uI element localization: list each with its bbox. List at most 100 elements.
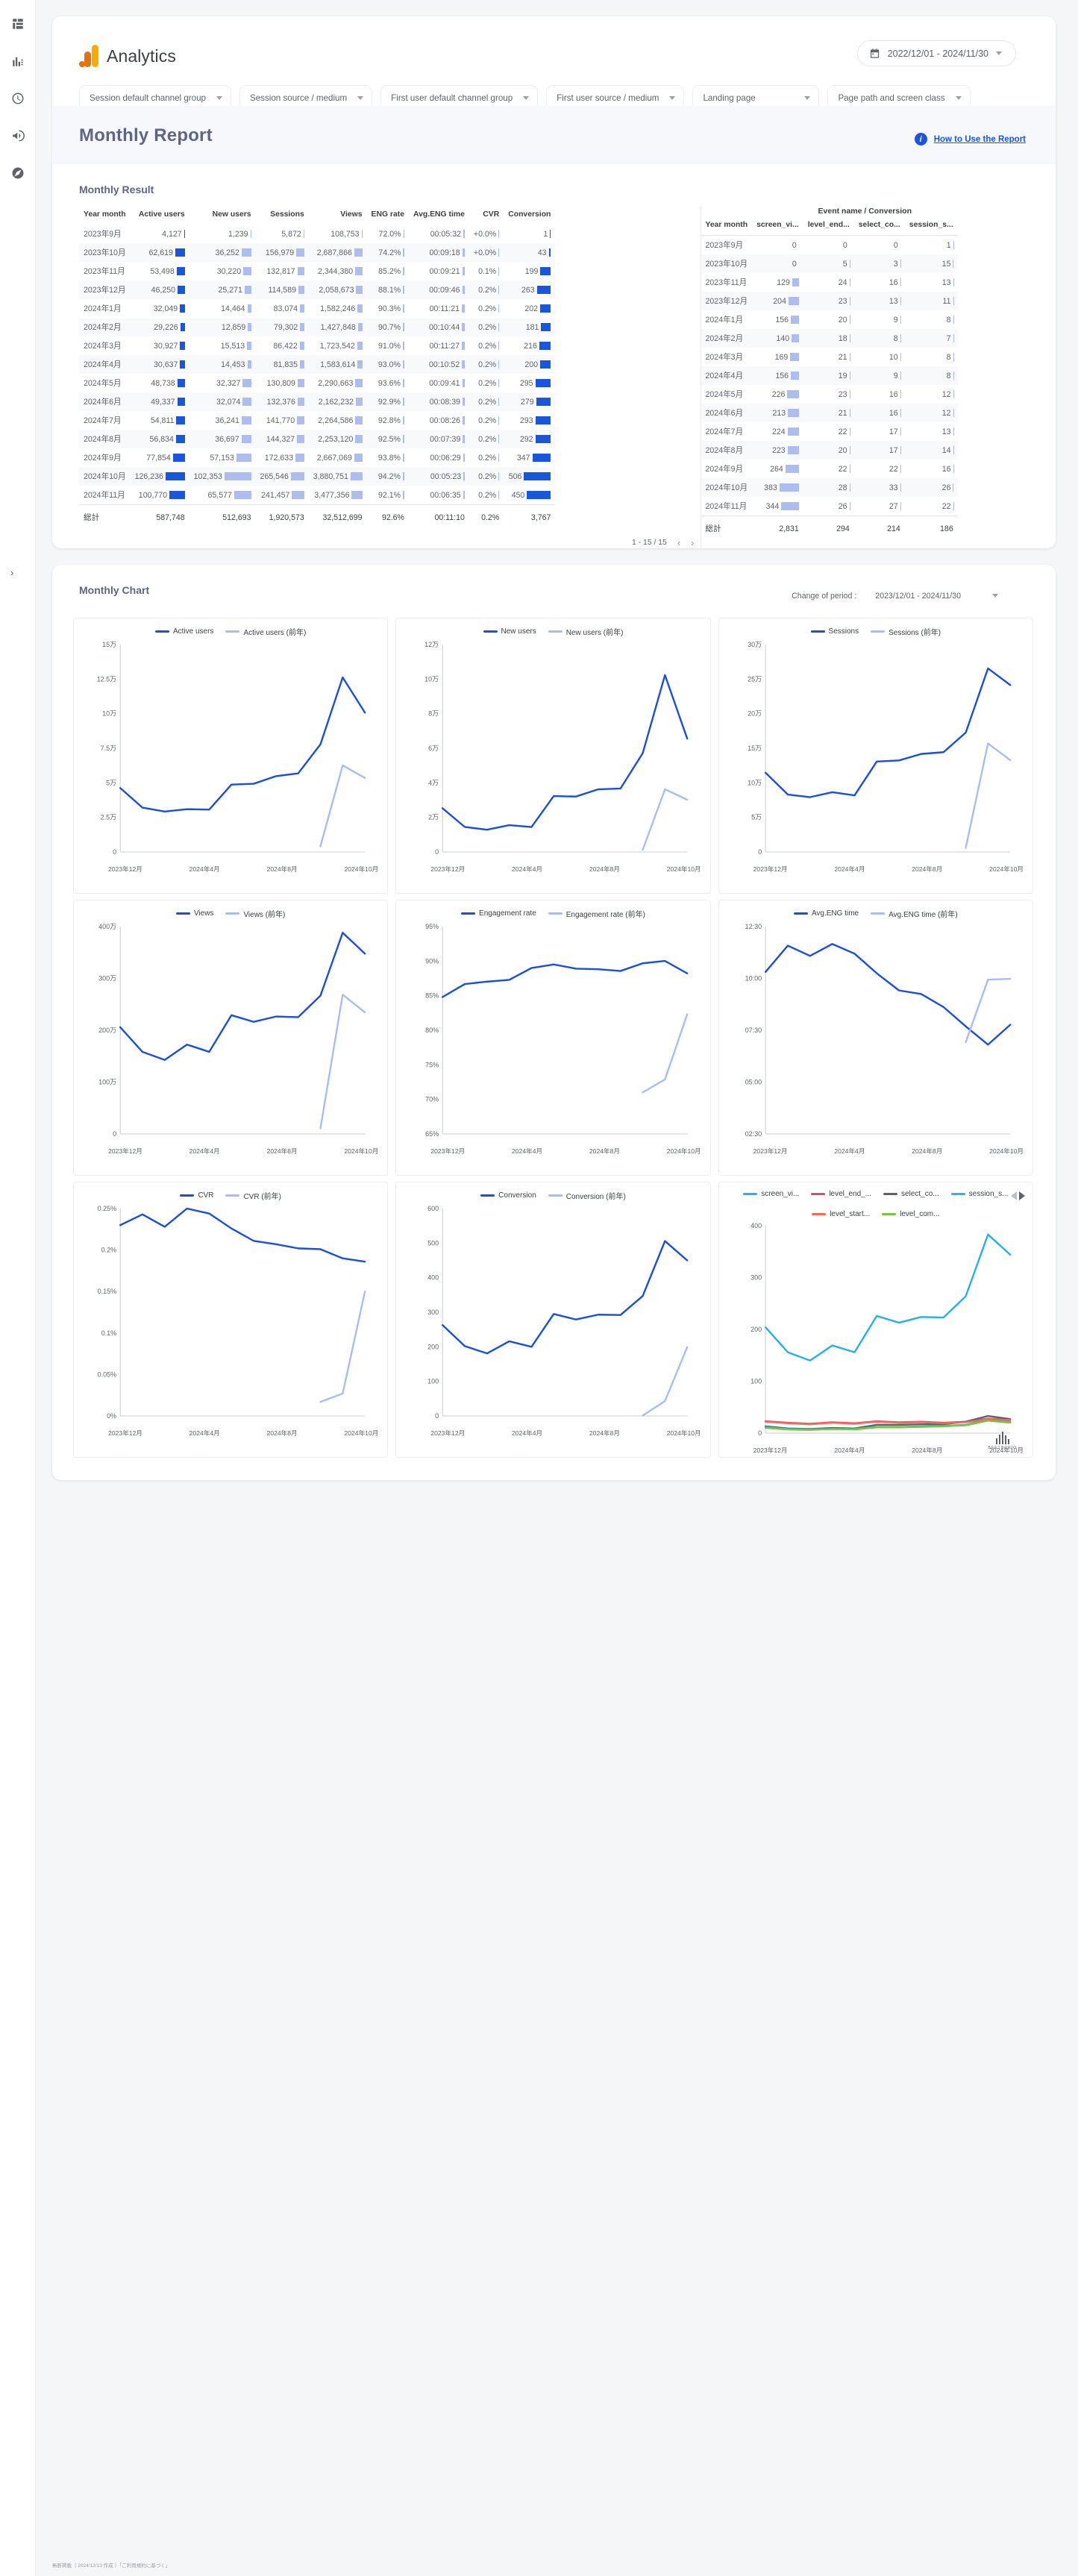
table-row[interactable]: 2024年2月1401887	[701, 329, 958, 348]
legend-item[interactable]: level_start...	[812, 1210, 870, 1218]
legend-item[interactable]: Views	[176, 909, 214, 918]
column-header[interactable]: Avg.ENG time	[409, 207, 469, 225]
legend-item[interactable]: session_s...	[951, 1190, 1009, 1198]
legend-item[interactable]: New users	[483, 627, 536, 636]
table-row[interactable]: 2024年1月32,04914,46483,0741,582,24690.3%0…	[79, 299, 555, 318]
realtime-icon[interactable]	[10, 91, 25, 106]
table-row[interactable]: 2024年9月264222216	[701, 460, 958, 478]
column-header[interactable]: select_co...	[854, 217, 905, 236]
svg-text:85%: 85%	[425, 992, 439, 1000]
column-header[interactable]: Sessions	[256, 207, 309, 225]
page-body: Analytics 2022/12/01 - 2024/11/30 Sessio…	[52, 16, 1056, 1480]
legend-item[interactable]: Sessions	[811, 627, 859, 636]
table-row[interactable]: 2024年10月383283326	[701, 478, 958, 497]
page-title: Monthly Report	[79, 125, 1029, 146]
prev-page-button[interactable]: ‹	[677, 537, 680, 548]
column-header[interactable]: Active users	[131, 207, 189, 225]
legend-item[interactable]: Conversion	[480, 1191, 536, 1200]
column-header[interactable]: ENG rate	[367, 207, 409, 225]
how-to-use-link-group[interactable]: i How to Use the Report	[915, 133, 1026, 145]
table-row[interactable]: 2024年2月29,22612,85979,3021,427,84890.7%0…	[79, 318, 555, 336]
table-row[interactable]: 2023年12月46,25025,271114,5892,058,67388.1…	[79, 281, 555, 299]
legend-item[interactable]: New users (前年)	[548, 626, 624, 637]
column-header[interactable]: Year month	[79, 207, 131, 225]
column-header[interactable]: level_end...	[803, 217, 854, 236]
table-row[interactable]: 2023年11月129241613	[701, 273, 958, 292]
table-row[interactable]: 2023年9月4,1271,2395,872108,75372.0%00:05:…	[79, 225, 555, 243]
chart-sessions[interactable]: SessionsSessions (前年)05万10万15万20万25万30万2…	[718, 618, 1033, 894]
advertising-icon[interactable]	[10, 128, 25, 143]
legend-item[interactable]: Active users (前年)	[225, 626, 306, 637]
reports-icon[interactable]	[10, 54, 25, 69]
table-row[interactable]: 2023年11月53,49830,220132,8172,344,38085.2…	[79, 262, 555, 281]
column-header[interactable]: CVR	[469, 207, 504, 225]
chart-new-users[interactable]: New usersNew users (前年)02万4万6万8万10万12万20…	[395, 618, 710, 894]
legend-item[interactable]: screen_vi...	[743, 1190, 799, 1198]
total-value: 92.6%	[367, 505, 409, 527]
svg-text:100: 100	[750, 1378, 762, 1385]
table-row[interactable]: 2024年5月48,73832,327130,8092,290,66393.6%…	[79, 374, 555, 392]
legend-item[interactable]: Active users	[155, 627, 213, 636]
expand-rail-button[interactable]: ›	[10, 567, 13, 578]
change-of-period-control[interactable]: Change of period : 2023/12/01 - 2024/11/…	[792, 591, 999, 601]
column-header[interactable]: screen_vi...	[752, 217, 803, 236]
legend-label: level_end_...	[829, 1190, 871, 1198]
chart-views[interactable]: ViewsViews (前年)0100万200万300万400万2023年12月…	[73, 900, 388, 1176]
column-header[interactable]: New users	[189, 207, 256, 225]
x-tick-label: 2023年12月	[430, 1429, 465, 1438]
chart-avg-eng-time[interactable]: Avg.ENG timeAvg.ENG time (前年)02:3005:000…	[718, 900, 1033, 1176]
table-row[interactable]: 2024年3月30,92715,51386,4221,723,54291.0%0…	[79, 336, 555, 355]
chart-active-users[interactable]: Active usersActive users (前年)02.5万5万7.5万…	[73, 618, 388, 894]
table-row[interactable]: 2023年10月62,61936,252156,9792,687,86674.2…	[79, 243, 555, 262]
svg-text:200: 200	[750, 1326, 762, 1333]
table-row[interactable]: 2024年8月223201714	[701, 441, 958, 460]
legend-item[interactable]: Avg.ENG time	[794, 909, 859, 918]
chart-conversion[interactable]: ConversionConversion (前年)010020030040050…	[395, 1182, 710, 1458]
table-row[interactable]: 2023年10月05315	[701, 254, 958, 273]
table-row[interactable]: 2024年11月100,77065,577241,4573,477,35692.…	[79, 486, 555, 505]
table-row[interactable]: 2023年12月204231311	[701, 292, 958, 310]
table-row[interactable]: 2024年4月1561998	[701, 366, 958, 385]
legend-item[interactable]: CVR	[180, 1191, 213, 1200]
table-row[interactable]: 2024年7月54,81136,241141,7702,264,58692.8%…	[79, 411, 555, 430]
legend-prev-icon[interactable]	[1011, 1191, 1017, 1200]
date-range-picker[interactable]: 2022/12/01 - 2024/11/30	[857, 40, 1016, 66]
column-header[interactable]: Year month	[701, 217, 753, 236]
legend-pager[interactable]	[1011, 1191, 1025, 1200]
legend-item[interactable]: Sessions (前年)	[871, 626, 941, 637]
table-row[interactable]: 2024年8月56,83436,697144,3272,253,12092.5%…	[79, 430, 555, 448]
how-to-use-the-report-link[interactable]: How to Use the Report	[934, 135, 1026, 144]
table-row[interactable]: 2024年7月224221713	[701, 422, 958, 441]
table-row[interactable]: 2024年5月226231612	[701, 385, 958, 404]
chart-event-name-conversion[interactable]: screen_vi... level_end_... select_co... ses…	[718, 1182, 1033, 1458]
table-row[interactable]: 2024年6月213211612	[701, 404, 958, 422]
legend-item[interactable]: Conversion (前年)	[548, 1190, 626, 1201]
legend-item[interactable]: Engagement rate (前年)	[548, 908, 645, 919]
legend-item[interactable]: Engagement rate	[461, 909, 536, 918]
table-row[interactable]: 2024年11月344262722	[701, 497, 958, 516]
legend-item[interactable]: select_co...	[883, 1190, 939, 1198]
chart-engagement-rate[interactable]: Engagement rateEngagement rate (前年)65%70…	[395, 900, 710, 1176]
legend-next-icon[interactable]	[1019, 1191, 1025, 1200]
table-row[interactable]: 2024年9月77,85457,153172,6332,667,06993.8%…	[79, 448, 555, 467]
table-row[interactable]: 2023年9月0001	[701, 236, 958, 255]
table-row[interactable]: 2024年4月30,63714,45381,8351,583,61493.0%0…	[79, 355, 555, 374]
legend-item[interactable]: level_end_...	[811, 1190, 871, 1198]
column-header[interactable]: session_s...	[905, 217, 958, 236]
legend-item[interactable]: CVR (前年)	[225, 1190, 281, 1201]
legend-item[interactable]: Avg.ENG time (前年)	[871, 908, 958, 919]
legend-item[interactable]: Views (前年)	[225, 908, 285, 919]
dashboard-icon[interactable]	[10, 16, 25, 31]
change-of-period-value-group[interactable]: 2023/12/01 - 2024/11/30	[874, 591, 999, 601]
table-row[interactable]: 2024年6月49,33732,074132,3762,162,23292.9%…	[79, 392, 555, 411]
cell-event-1: 26	[803, 497, 854, 516]
column-header[interactable]: Conversion	[504, 207, 555, 225]
table-row[interactable]: 2024年10月126,236102,353265,5463,880,75194…	[79, 467, 555, 486]
table-row[interactable]: 2024年3月16921108	[701, 348, 958, 366]
explore-icon[interactable]	[10, 166, 25, 181]
column-header[interactable]: Views	[309, 207, 367, 225]
legend-item[interactable]: level_com...	[882, 1210, 939, 1218]
chart-cvr[interactable]: CVRCVR (前年)0%0.05%0.1%0.15%0.2%0.25%2023…	[73, 1182, 388, 1458]
next-page-button[interactable]: ›	[691, 537, 694, 548]
table-row[interactable]: 2024年1月1562098	[701, 310, 958, 329]
